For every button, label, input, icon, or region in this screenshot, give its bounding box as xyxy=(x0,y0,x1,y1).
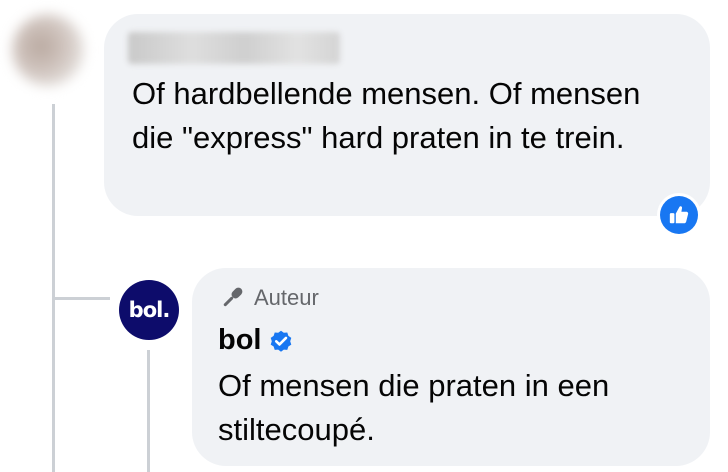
bol-avatar[interactable]: bol. xyxy=(119,280,179,340)
thumbs-up-icon xyxy=(660,196,698,234)
reply-author: bol xyxy=(218,324,294,357)
reply-author-name[interactable]: bol xyxy=(218,324,262,357)
thread-line-reply xyxy=(147,350,150,472)
like-reaction-badge[interactable] xyxy=(657,193,701,237)
reply-text: Of mensen die praten in een stiltecoupé. xyxy=(218,368,610,447)
thread-line-main xyxy=(52,104,55,472)
verified-check-icon xyxy=(268,328,294,354)
comment-bubble: Of hardbellende mensen. Of mensen die "e… xyxy=(104,14,710,216)
author-badge-label: Auteur xyxy=(254,285,319,310)
commenter-name-redacted xyxy=(128,32,340,64)
comment-text: Of hardbellende mensen. Of mensen die "e… xyxy=(132,76,641,155)
author-badge: Auteur xyxy=(218,284,319,312)
microphone-icon xyxy=(218,284,246,312)
commenter-avatar[interactable] xyxy=(12,14,84,86)
reply-bubble: Auteur bol Of mensen die praten in een s… xyxy=(192,268,710,466)
thread-line-branch xyxy=(52,297,110,300)
